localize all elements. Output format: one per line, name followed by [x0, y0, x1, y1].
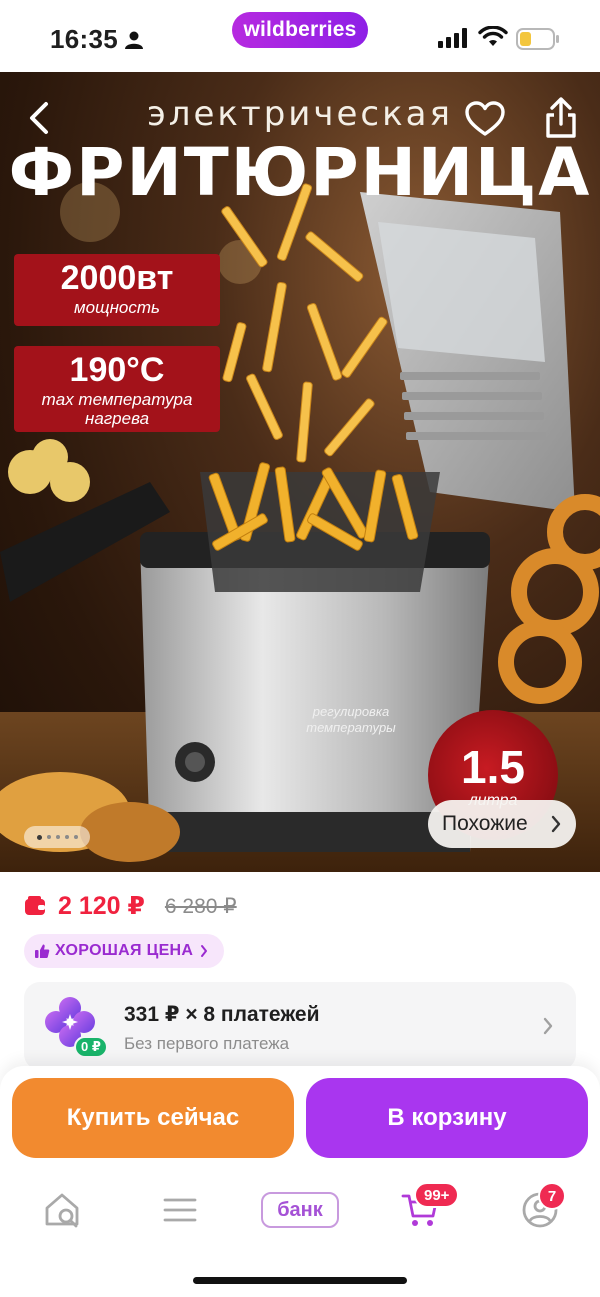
back-icon[interactable] — [22, 98, 58, 138]
battery-icon — [516, 28, 559, 50]
spec-temperature: 190°C max температура нагрева — [14, 346, 220, 432]
wallet-icon — [25, 896, 45, 915]
pagination-dot — [55, 835, 60, 839]
person-icon — [125, 31, 143, 49]
brand-logo: wildberries — [232, 12, 368, 48]
tab-bar: банк 99+ 7 — [0, 1176, 600, 1242]
similar-button-label: Похожие — [442, 812, 528, 835]
spec-temperature-value: 190°C — [69, 351, 165, 389]
profile-notification-badge: 7 — [538, 1182, 566, 1210]
cellular-signal-icon — [438, 28, 467, 48]
current-price: 2 120 ₽ — [58, 892, 145, 920]
hero-title-big: ФРИТЮРНИЦА — [8, 134, 592, 211]
add-to-cart-button[interactable]: В корзину — [306, 1078, 588, 1158]
bank-tab-label: банк — [277, 1198, 323, 1221]
volume-value: 1.5 — [461, 741, 525, 793]
price-row: 2 120 ₽ 6 280 ₽ — [24, 888, 237, 924]
thumbs-up-icon — [35, 944, 50, 958]
similar-button[interactable]: Похожие — [428, 800, 576, 848]
home-search-icon[interactable] — [42, 1190, 82, 1230]
chevron-right-icon — [201, 945, 208, 957]
status-bar: 16:35 wildberries — [0, 0, 600, 72]
pagination-dot — [46, 835, 51, 839]
spec-temperature-label: max температура нагрева — [41, 390, 193, 428]
hero-title-small: электрическая — [147, 94, 453, 134]
spec-power-label: мощность — [74, 298, 160, 317]
gallery-pagination[interactable] — [24, 826, 90, 848]
share-icon[interactable] — [540, 96, 582, 140]
installment-card[interactable]: 0 ₽ 331 ₽ × 8 платежей Без первого плате… — [24, 982, 576, 1070]
chevron-right-icon — [543, 1017, 553, 1035]
status-time: 16:35 — [50, 24, 118, 54]
good-price-badge[interactable]: ХОРОШАЯ ЦЕНА — [24, 934, 225, 968]
cart-count-badge: 99+ — [414, 1182, 460, 1208]
product-image-gallery[interactable]: электрическая ФРИТЮРНИЦА 2000вт мощность… — [0, 72, 600, 872]
pagination-dot — [36, 834, 42, 840]
pagination-dot — [64, 835, 69, 839]
catalog-menu-icon[interactable] — [162, 1190, 198, 1230]
zero-fee-badge: 0 ₽ — [74, 1036, 108, 1058]
bank-tab[interactable]: банк — [261, 1192, 339, 1228]
wifi-icon — [478, 26, 508, 46]
buy-now-button[interactable]: Купить сейчас — [12, 1078, 294, 1158]
spec-power: 2000вт мощность — [14, 254, 220, 326]
home-indicator[interactable] — [193, 1277, 407, 1284]
brand-logo-text: wildberries — [243, 18, 357, 41]
pagination-dot — [73, 835, 78, 839]
old-price: 6 280 ₽ — [164, 894, 237, 918]
temperature-control-note: регулировка температуры — [306, 704, 396, 735]
chevron-right-icon — [551, 815, 561, 833]
installment-title: 331 ₽ × 8 платежей — [124, 1003, 320, 1026]
heart-icon[interactable] — [464, 100, 506, 138]
good-price-label: ХОРОШАЯ ЦЕНА — [55, 942, 194, 959]
installment-subtitle: Без первого платежа — [124, 1034, 290, 1053]
spec-power-value: 2000вт — [60, 259, 174, 297]
